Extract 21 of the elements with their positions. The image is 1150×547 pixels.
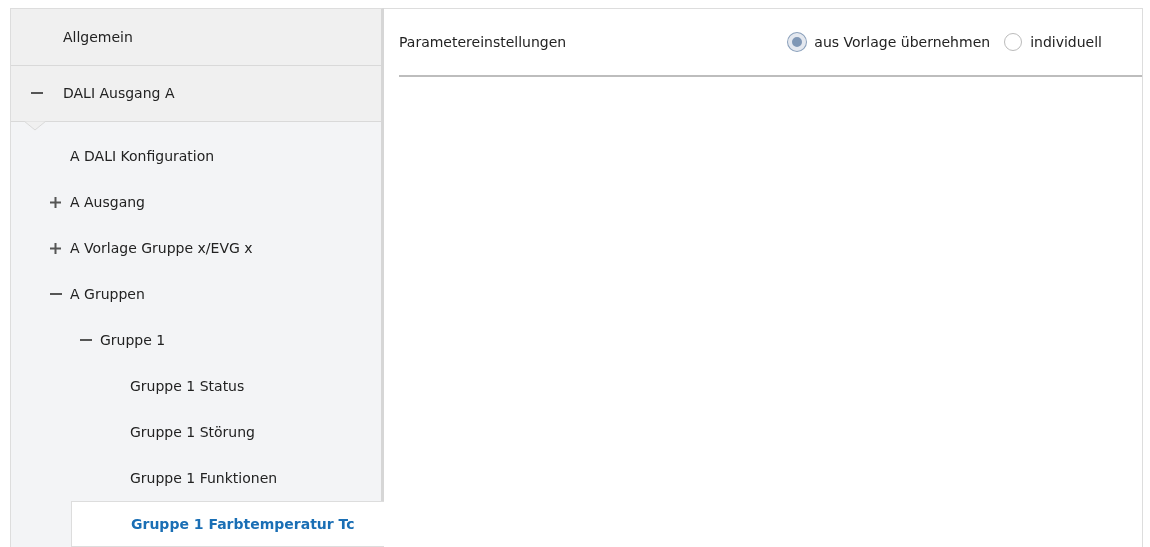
tree-item[interactable]: A Vorlage Gruppe x/EVG x	[11, 225, 381, 271]
minus-icon[interactable]	[79, 339, 92, 341]
tree-item[interactable]: A DALI Konfiguration	[11, 133, 381, 179]
section-header[interactable]: DALI Ausgang A	[11, 65, 381, 122]
radio-option[interactable]: aus Vorlage übernehmen	[788, 33, 991, 51]
tree-item[interactable]: Gruppe 1	[41, 317, 381, 363]
section-header[interactable]: Allgemein	[11, 9, 381, 66]
tree-item[interactable]: Gruppe 1 Funktionen	[71, 455, 381, 501]
radio-option[interactable]: individuell	[1004, 33, 1102, 51]
minus-icon[interactable]	[31, 92, 43, 95]
plus-icon[interactable]	[50, 242, 61, 254]
tree-item[interactable]: A Ausgang	[11, 179, 381, 225]
plus-icon[interactable]	[50, 196, 61, 208]
radio-button[interactable]	[1004, 33, 1023, 51]
parameter-label: Parametereinstellungen	[399, 34, 567, 50]
tree-item[interactable]: Gruppe 1 Status	[71, 363, 381, 409]
tree-item[interactable]: A Gruppen	[11, 271, 381, 317]
tree-item[interactable]: Gruppe 1 Störung	[71, 409, 381, 455]
minus-icon[interactable]	[49, 293, 62, 295]
notch-icon	[24, 121, 46, 131]
tree-item[interactable]: Gruppe 1 Farbtemperatur Tc	[71, 501, 384, 547]
